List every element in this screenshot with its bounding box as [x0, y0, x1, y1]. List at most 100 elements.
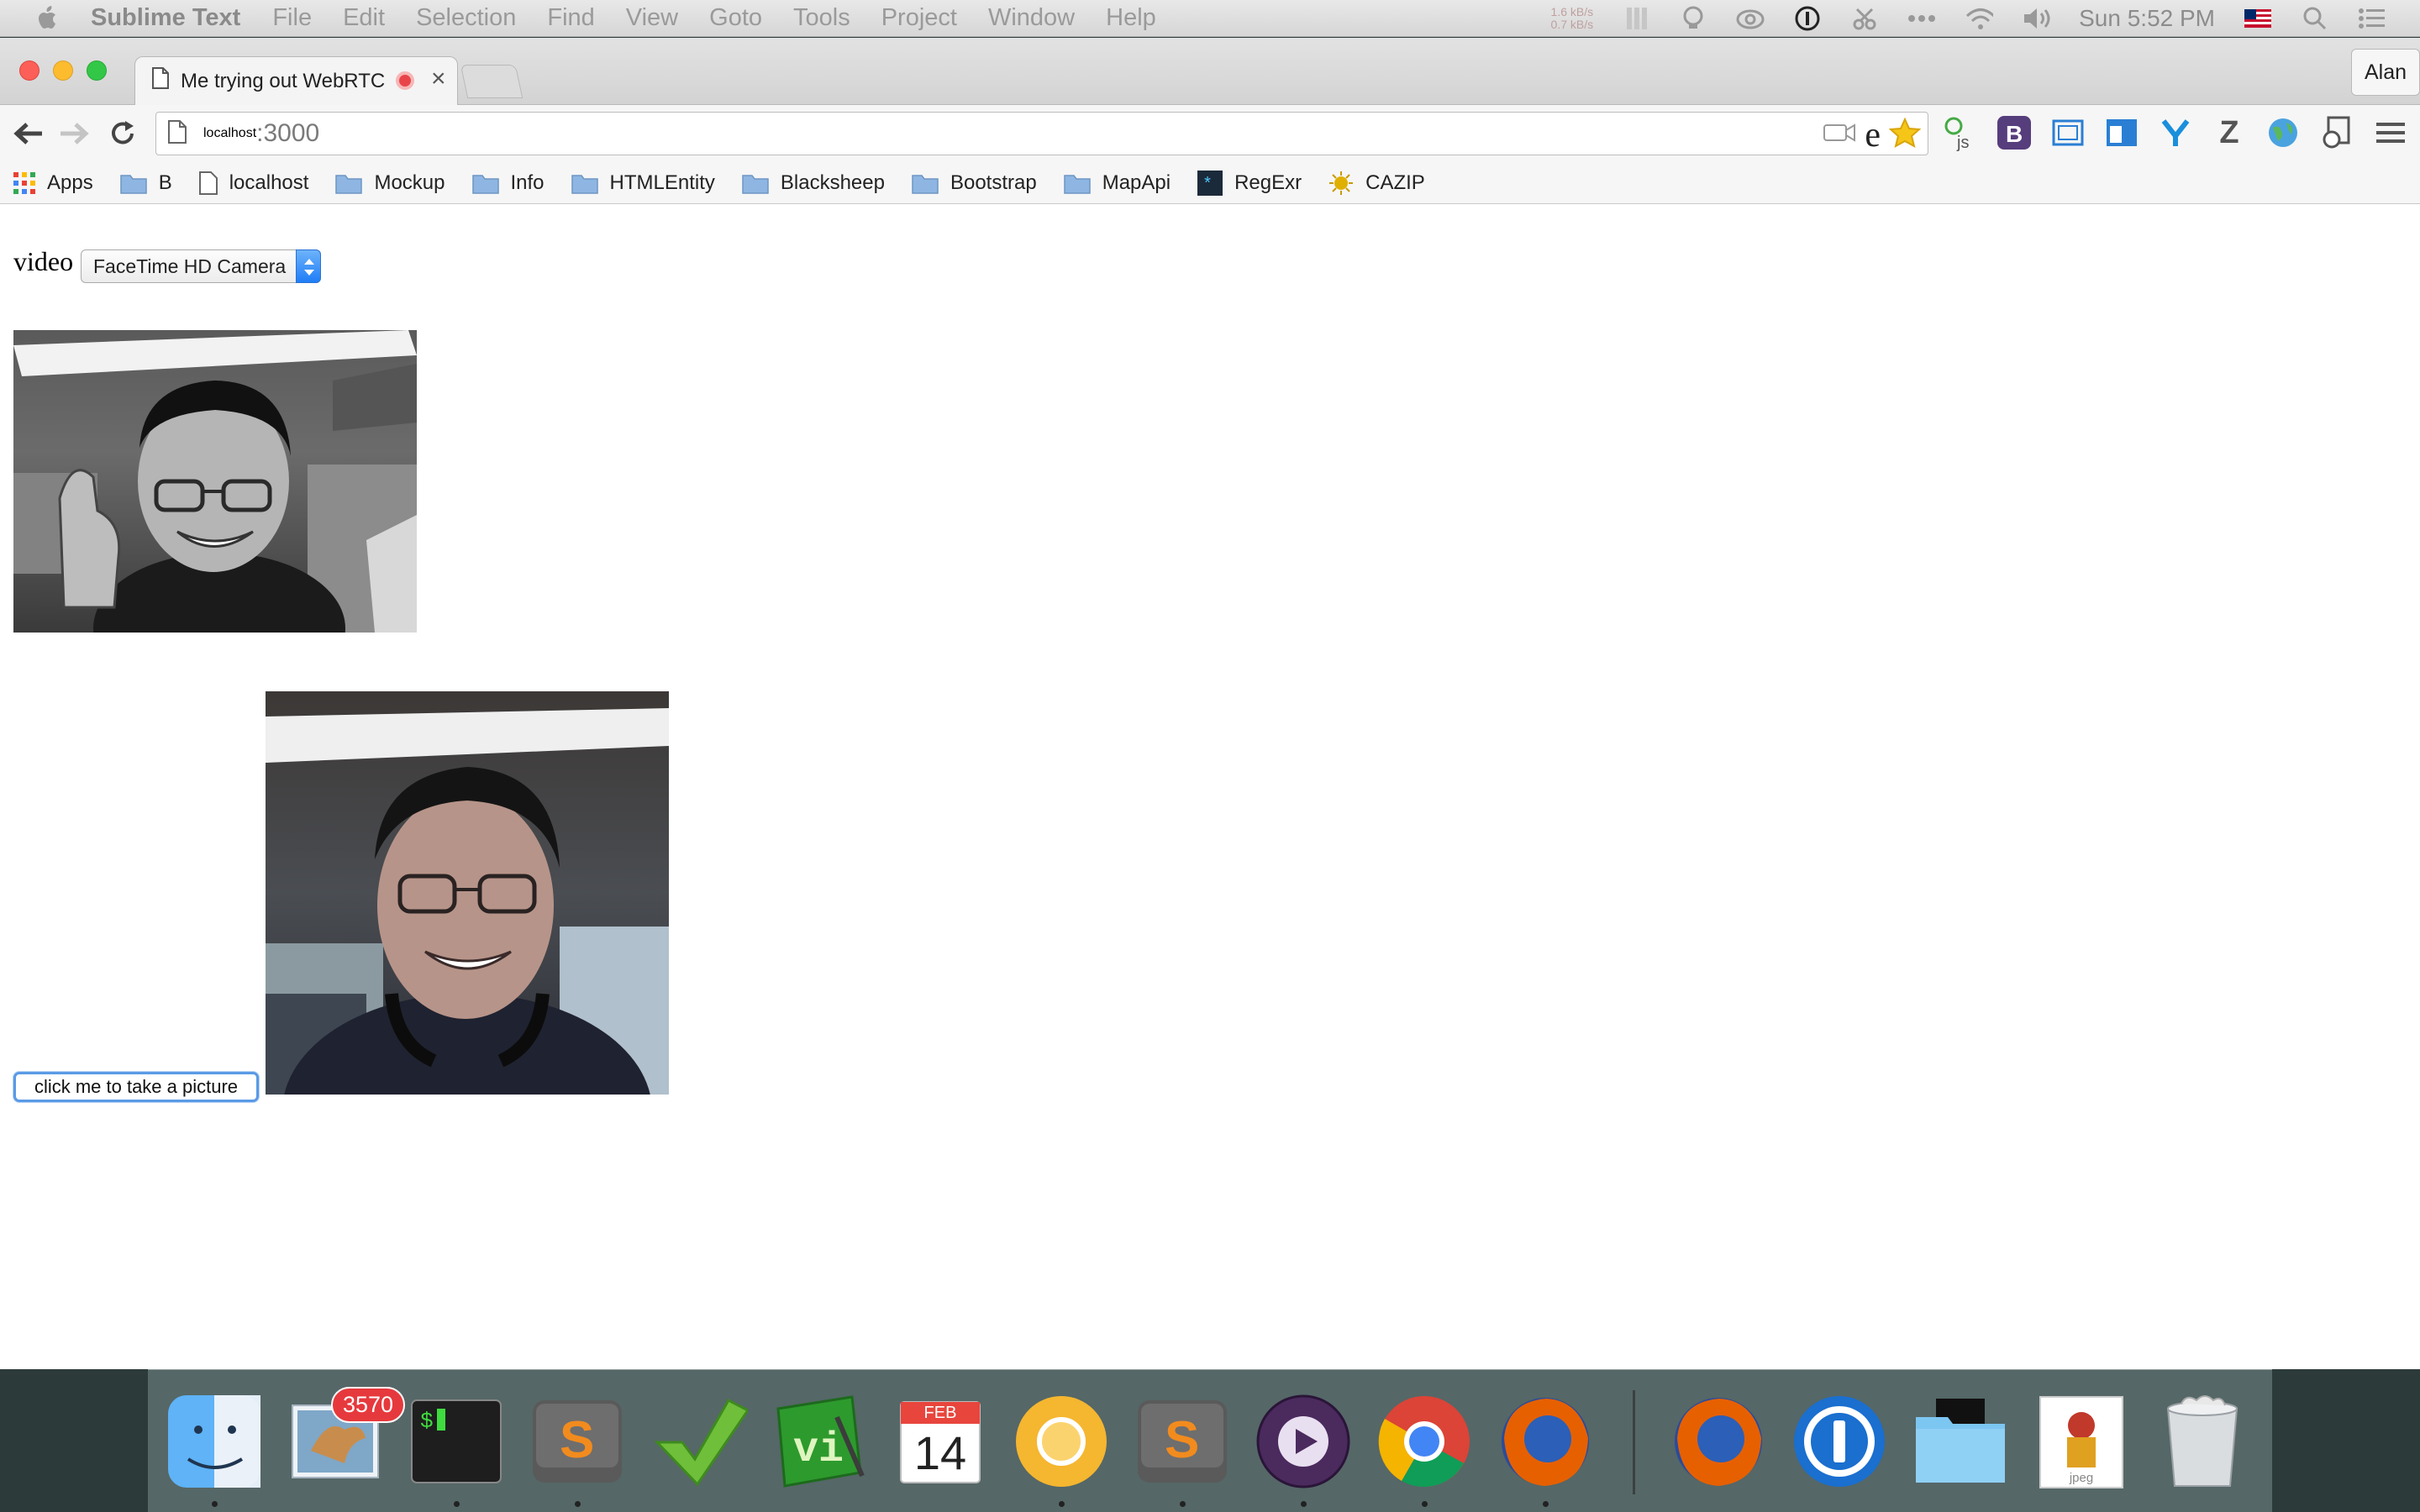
bookmark-label: localhost [229, 171, 309, 194]
address-bar[interactable]: localhost:3000 e [155, 112, 1928, 155]
regexr-icon: * [1197, 170, 1223, 196]
dock-downloads-folder[interactable] [1911, 1392, 2010, 1491]
dock-calendar[interactable]: FEB 14 [891, 1392, 990, 1491]
menu-help[interactable]: Help [1106, 4, 1156, 32]
window-maximize-button[interactable] [87, 60, 107, 81]
bookmark-folder-info[interactable]: Info [471, 171, 544, 195]
screen-capture-extension-icon[interactable] [2049, 113, 2087, 152]
recording-indicator-icon [396, 71, 414, 90]
bookmark-localhost[interactable]: localhost [198, 171, 309, 195]
dock-trash[interactable] [2153, 1392, 2252, 1491]
live-video-feed [13, 330, 417, 633]
dock-sublime-text[interactable]: S [528, 1392, 627, 1491]
dock-media-player[interactable] [1254, 1392, 1353, 1491]
spotlight-search-icon[interactable] [2301, 4, 2329, 33]
creative-cloud-icon[interactable] [1736, 4, 1765, 33]
bootstrap-extension-icon[interactable]: B [1995, 113, 2033, 152]
bookmark-cazip[interactable]: CAZIP [1328, 171, 1425, 196]
macos-dock: 3570 $ S vi FEB 14 S jpeg [148, 1369, 2272, 1512]
svg-text:S: S [1165, 1411, 1199, 1469]
page-icon [198, 171, 218, 195]
dock-firefox[interactable] [1496, 1392, 1595, 1491]
dock-terminal[interactable]: $ [407, 1392, 506, 1491]
calendar-day: 14 [913, 1426, 967, 1479]
bookmark-label: CAZIP [1365, 171, 1425, 194]
chrome-icon [1378, 1396, 1470, 1488]
notification-center-icon[interactable] [2358, 4, 2386, 33]
camera-in-use-icon[interactable] [1823, 120, 1856, 150]
wifi-icon[interactable] [1965, 4, 1994, 33]
bookmark-apps[interactable]: Apps [13, 171, 93, 195]
forward-button[interactable] [55, 115, 92, 152]
ie-tab-icon[interactable]: e [1865, 118, 1881, 153]
svg-text:B: B [2006, 121, 2023, 147]
dock-chrome[interactable] [1375, 1392, 1474, 1491]
chrome-menu-icon[interactable] [2371, 113, 2410, 152]
app-name[interactable]: Sublime Text [91, 4, 240, 32]
mail-unread-badge: 3570 [331, 1387, 406, 1423]
menu-find[interactable]: Find [547, 4, 594, 32]
bookmark-star-icon[interactable] [1888, 117, 1922, 152]
tab-close-icon[interactable]: × [431, 65, 446, 93]
window-minimize-button[interactable] [53, 60, 73, 81]
back-button[interactable] [10, 115, 47, 152]
bookmark-folder-htmlentity[interactable]: HTMLEntity [571, 171, 715, 195]
camera-select[interactable]: FaceTime HD Camera [81, 249, 321, 283]
scissors-icon[interactable] [1850, 4, 1879, 33]
bookmark-label: HTMLEntity [609, 171, 715, 194]
menu-project[interactable]: Project [881, 4, 957, 32]
dock-firefox-download[interactable] [1669, 1392, 1768, 1491]
forward-arrow-icon [60, 123, 89, 144]
bookmark-folder-blacksheep[interactable]: Blacksheep [742, 171, 885, 195]
running-indicator [1301, 1501, 1307, 1507]
take-picture-button[interactable]: click me to take a picture [13, 1072, 259, 1102]
dock-1password[interactable] [1790, 1392, 1889, 1491]
folder-icon [742, 172, 769, 194]
bookmark-label: MapApi [1102, 171, 1171, 194]
clock[interactable]: Sun 5:52 PM [2079, 5, 2215, 32]
svg-text:$: $ [420, 1409, 434, 1434]
reload-button[interactable] [104, 115, 141, 152]
menu-tools[interactable]: Tools [793, 4, 850, 32]
menu-goto[interactable]: Goto [709, 4, 762, 32]
window-close-button[interactable] [19, 60, 39, 81]
skull-icon[interactable] [1679, 4, 1707, 33]
terminal-icon: $ [411, 1399, 502, 1483]
globe-extension-icon[interactable] [2264, 113, 2302, 152]
volume-icon[interactable] [2022, 4, 2050, 33]
menu-selection[interactable]: Selection [416, 4, 516, 32]
more-dots-icon[interactable] [1907, 4, 1936, 33]
js-extension-icon[interactable]: js [1941, 113, 1980, 152]
tab-active[interactable]: Me trying out WebRTC × [134, 56, 458, 105]
bookmark-folder-bootstrap[interactable]: Bootstrap [912, 171, 1037, 195]
menu-edit[interactable]: Edit [343, 4, 385, 32]
new-tab-button[interactable] [460, 65, 523, 98]
menu-view[interactable]: View [626, 4, 678, 32]
chrome-canary-icon [1016, 1396, 1107, 1487]
window-resizer-extension-icon[interactable] [2102, 113, 2141, 152]
dock-sublime-text-alt[interactable]: S [1133, 1392, 1232, 1491]
dock-vim-checkmark[interactable] [649, 1392, 750, 1491]
bookmark-regexr[interactable]: * RegExr [1197, 170, 1302, 196]
profile-button[interactable]: Alan [2351, 49, 2420, 96]
page-settings-extension-icon[interactable] [2317, 113, 2356, 152]
dock-chrome-canary[interactable] [1012, 1392, 1111, 1491]
calendar-month: FEB [923, 1404, 957, 1422]
bookmark-folder-mockup[interactable]: Mockup [335, 171, 445, 195]
dock-finder[interactable] [165, 1392, 264, 1491]
svg-text:S: S [560, 1411, 594, 1469]
z-extension-icon[interactable]: Z [2210, 113, 2249, 152]
bookmark-folder-b[interactable]: B [119, 171, 172, 195]
us-flag-icon[interactable] [2244, 4, 2272, 33]
memory-bars-icon[interactable] [1622, 4, 1650, 33]
trash-icon [2166, 1395, 2238, 1487]
bookmark-folder-mapapi[interactable]: MapApi [1063, 171, 1171, 195]
dock-jpeg-file[interactable]: jpeg [2032, 1392, 2131, 1491]
menu-window[interactable]: Window [988, 4, 1075, 32]
onepassword-icon[interactable] [1793, 4, 1822, 33]
y-extension-icon[interactable] [2156, 113, 2195, 152]
net-up: 1.6 kB/s [1550, 5, 1594, 18]
apple-icon[interactable] [34, 4, 62, 33]
menu-file[interactable]: File [272, 4, 312, 32]
dock-macvim[interactable]: vi [770, 1392, 869, 1491]
